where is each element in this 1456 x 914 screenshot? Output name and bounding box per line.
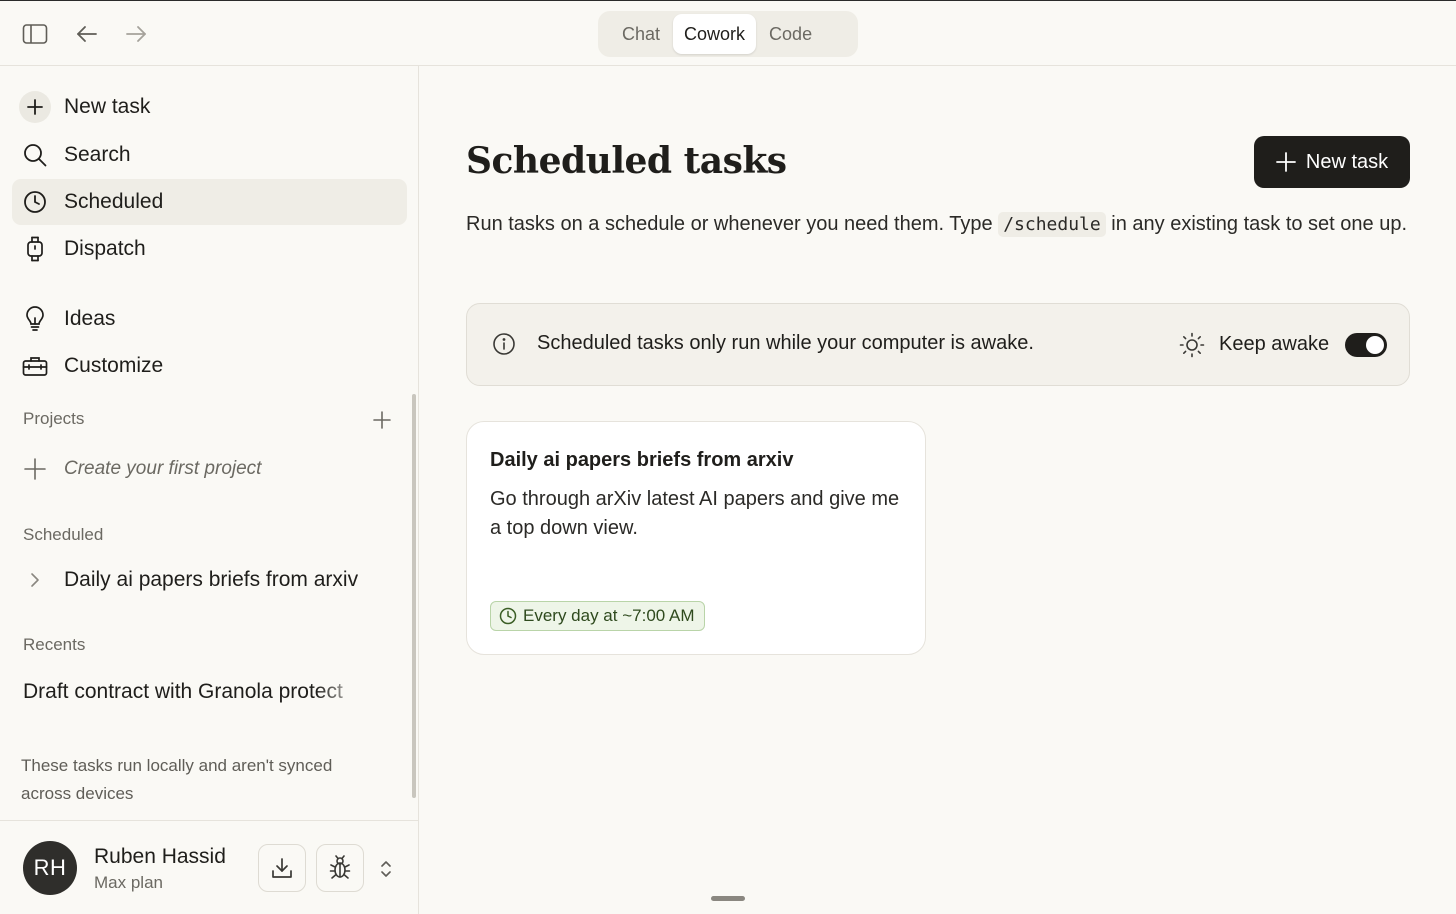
sidebar-scrollbar[interactable]	[412, 394, 416, 798]
plus-icon	[23, 458, 47, 480]
scheduled-list-item[interactable]: Daily ai papers briefs from arxiv	[25, 568, 358, 592]
download-icon	[271, 857, 293, 879]
lightbulb-icon	[22, 306, 48, 332]
clock-icon	[499, 607, 517, 625]
scheduled-section-label: Scheduled	[23, 525, 104, 544]
sidebar-item-dispatch[interactable]: Dispatch	[12, 226, 407, 272]
sidebar-item-scheduled[interactable]: Scheduled	[12, 179, 407, 225]
sidebar-item-search[interactable]: Search	[12, 132, 407, 178]
schedule-badge: Every day at ~7:00 AM	[490, 601, 705, 631]
search-icon	[22, 142, 48, 168]
sidebar-item-label: Dispatch	[64, 237, 146, 260]
sidebar-item-label: Ideas	[64, 307, 116, 330]
tab-chat[interactable]: Chat	[611, 14, 671, 54]
watch-icon	[22, 236, 48, 262]
sidebar-item-customize[interactable]: Customize	[12, 343, 407, 389]
bug-icon	[329, 855, 351, 881]
description-text-end: in any existing task to set one up.	[1105, 213, 1408, 235]
keep-awake-label: Keep awake	[1219, 333, 1330, 355]
scheduled-item-label: Daily ai papers briefs from arxiv	[64, 568, 359, 591]
back-arrow-icon[interactable]	[73, 20, 101, 48]
sidebar-item-label: New task	[64, 95, 151, 118]
drag-handle[interactable]	[711, 896, 745, 901]
new-task-button-label: New task	[1305, 150, 1389, 173]
sun-icon	[1179, 332, 1205, 358]
sidebar-item-label: Search	[64, 143, 131, 166]
download-button[interactable]	[258, 844, 306, 892]
mode-switcher: Chat Cowork Code	[598, 11, 858, 57]
schedule-badge-label: Every day at ~7:00 AM	[523, 606, 695, 625]
local-sync-note: These tasks run locally and aren't synce…	[21, 756, 333, 803]
account-menu-chevron-icon[interactable]	[376, 857, 396, 881]
add-project-icon[interactable]	[370, 408, 394, 432]
info-icon	[492, 332, 516, 356]
task-card-title: Daily ai papers briefs from arxiv	[490, 449, 794, 471]
awake-info-banner: Scheduled tasks only run while your comp…	[466, 303, 1410, 386]
user-plan: Max plan	[94, 873, 163, 892]
plus-icon	[19, 91, 51, 123]
page-title: Scheduled tasks	[466, 140, 787, 182]
schedule-command: /schedule	[998, 212, 1106, 237]
banner-text: Scheduled tasks only run while your comp…	[537, 332, 1034, 354]
sidebar-item-ideas[interactable]: Ideas	[12, 296, 407, 342]
plus-icon	[1275, 152, 1296, 172]
sidebar-item-label: Scheduled	[64, 190, 164, 213]
user-name: Ruben Hassid	[94, 845, 226, 868]
create-project-link[interactable]: Create your first project	[23, 458, 261, 480]
toggle-knob	[1366, 336, 1384, 354]
top-bar: Chat Cowork Code	[0, 0, 1456, 66]
main-content: Scheduled tasks New task Run tasks on a …	[420, 66, 1456, 914]
toolbox-icon	[22, 353, 48, 379]
tab-cowork[interactable]: Cowork	[673, 14, 757, 54]
sidebar-item-new-task[interactable]: New task	[12, 84, 407, 130]
clock-icon	[22, 189, 48, 215]
recent-item[interactable]: Draft contract with Granola protect	[23, 680, 368, 704]
recents-section-label: Recents	[23, 635, 86, 654]
page-description: Run tasks on a schedule or whenever you …	[466, 210, 1416, 239]
projects-section-label: Projects	[23, 409, 85, 428]
sidebar-toggle-icon[interactable]	[21, 20, 49, 48]
create-project-label: Create your first project	[64, 458, 262, 479]
keep-awake-toggle[interactable]	[1345, 333, 1387, 357]
task-card[interactable]: Daily ai papers briefs from arxiv Go thr…	[466, 421, 926, 655]
user-area: RH Ruben Hassid Max plan	[0, 820, 419, 914]
new-task-button[interactable]: New task	[1254, 136, 1410, 188]
tab-code[interactable]: Code	[758, 14, 823, 54]
forward-arrow-icon[interactable]	[122, 20, 150, 48]
description-text: Run tasks on a schedule or whenever you …	[466, 213, 999, 235]
sidebar: New task Search Scheduled Dispatch Ideas…	[0, 66, 419, 914]
sidebar-item-label: Customize	[64, 354, 164, 377]
chevron-right-icon	[25, 572, 45, 588]
avatar[interactable]: RH	[23, 841, 77, 895]
bug-report-button[interactable]	[316, 844, 364, 892]
task-card-description: Go through arXiv latest AI papers and gi…	[490, 488, 900, 539]
